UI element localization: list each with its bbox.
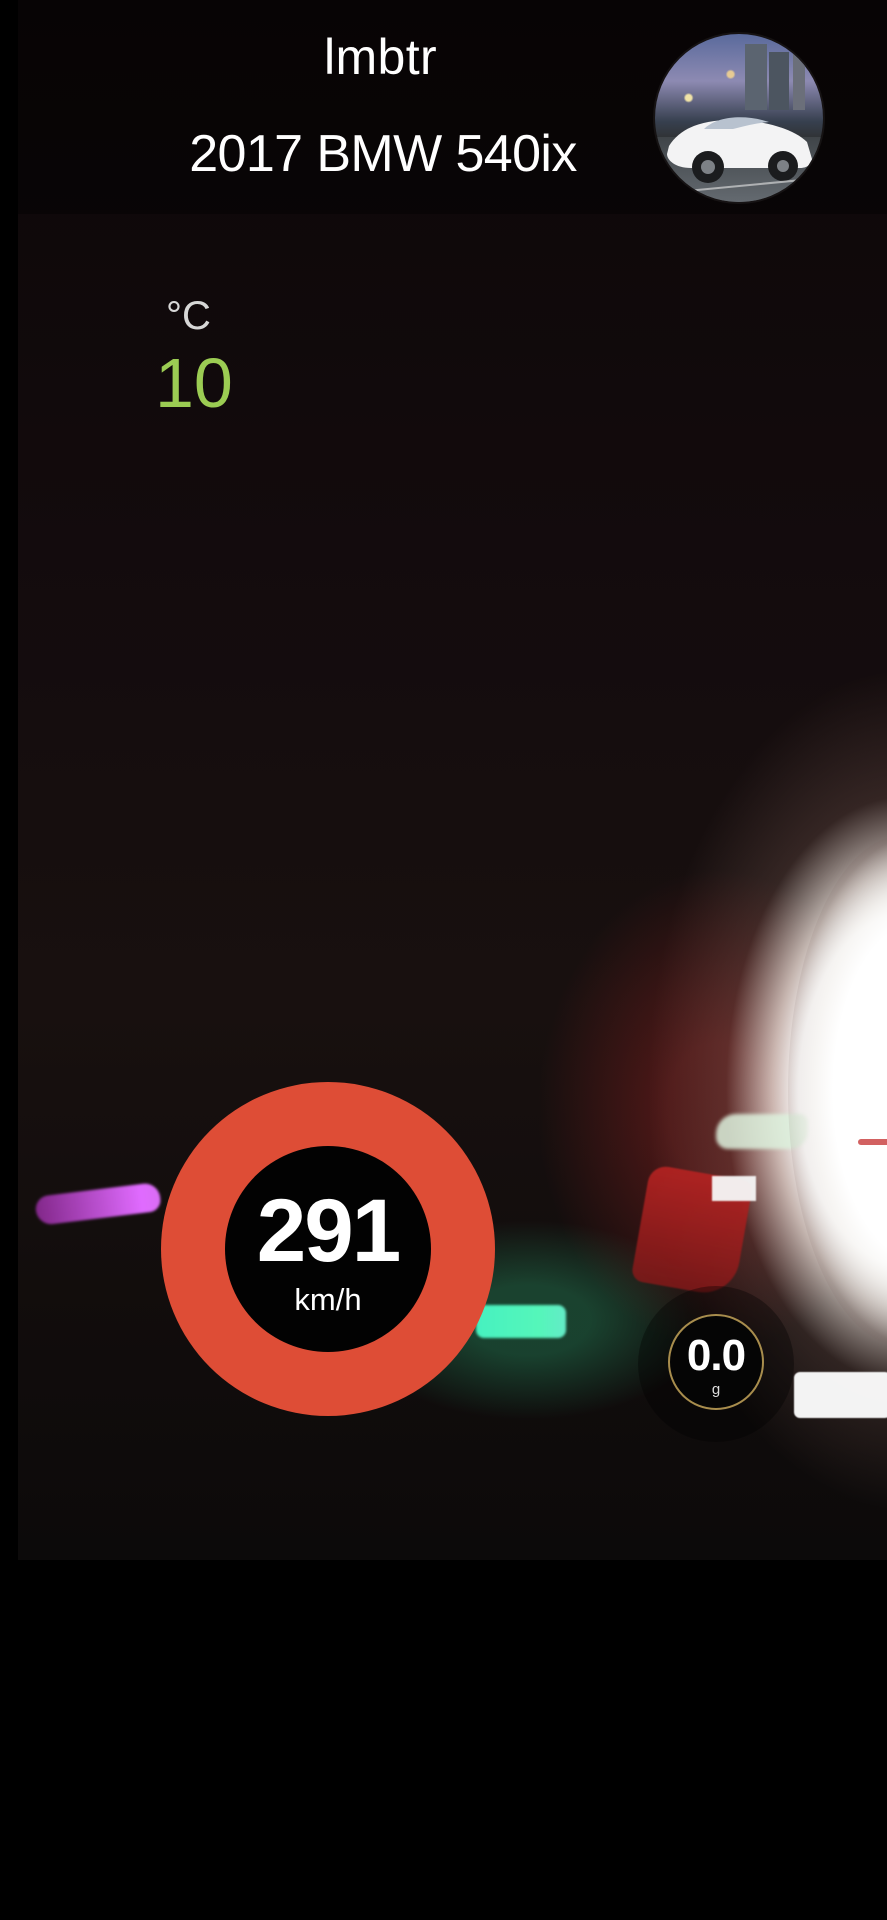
car-wheel-hub-icon — [701, 160, 715, 174]
g-force-value: 0.0 — [686, 1331, 746, 1380]
headlight-glow — [788, 835, 887, 1347]
car-photo-icon — [655, 34, 823, 202]
light-streak-white — [712, 1176, 756, 1201]
speed-gauge-center: 291 km/h — [225, 1146, 431, 1352]
avatar-building — [745, 44, 767, 110]
driver-name: lmbtr — [323, 29, 438, 85]
headlight-detail — [858, 1139, 887, 1145]
g-force-inner: 0.0 g — [668, 1314, 764, 1410]
car-wheel-hub-icon — [777, 160, 789, 172]
bottom-black-area — [0, 1560, 887, 1920]
g-force-gauge: 0.0 g — [638, 1286, 794, 1442]
g-force-unit: g — [711, 1381, 721, 1398]
avatar-illustration — [655, 42, 823, 202]
video-background: lmbtr 2017 BMW 540ix °C 10 291 km/h 0.0 … — [18, 0, 887, 1560]
speed-unit: km/h — [294, 1282, 362, 1317]
light-streak-purple — [34, 1181, 162, 1226]
light-streak-white — [794, 1372, 887, 1418]
temperature-value: 10 — [155, 344, 233, 422]
speed-gauge: 291 km/h — [161, 1082, 495, 1416]
avatar-building — [769, 52, 789, 110]
temperature-unit: °C — [166, 294, 211, 338]
vehicle-name: 2017 BMW 540ix — [189, 125, 577, 183]
speed-value: 291 — [256, 1180, 402, 1280]
